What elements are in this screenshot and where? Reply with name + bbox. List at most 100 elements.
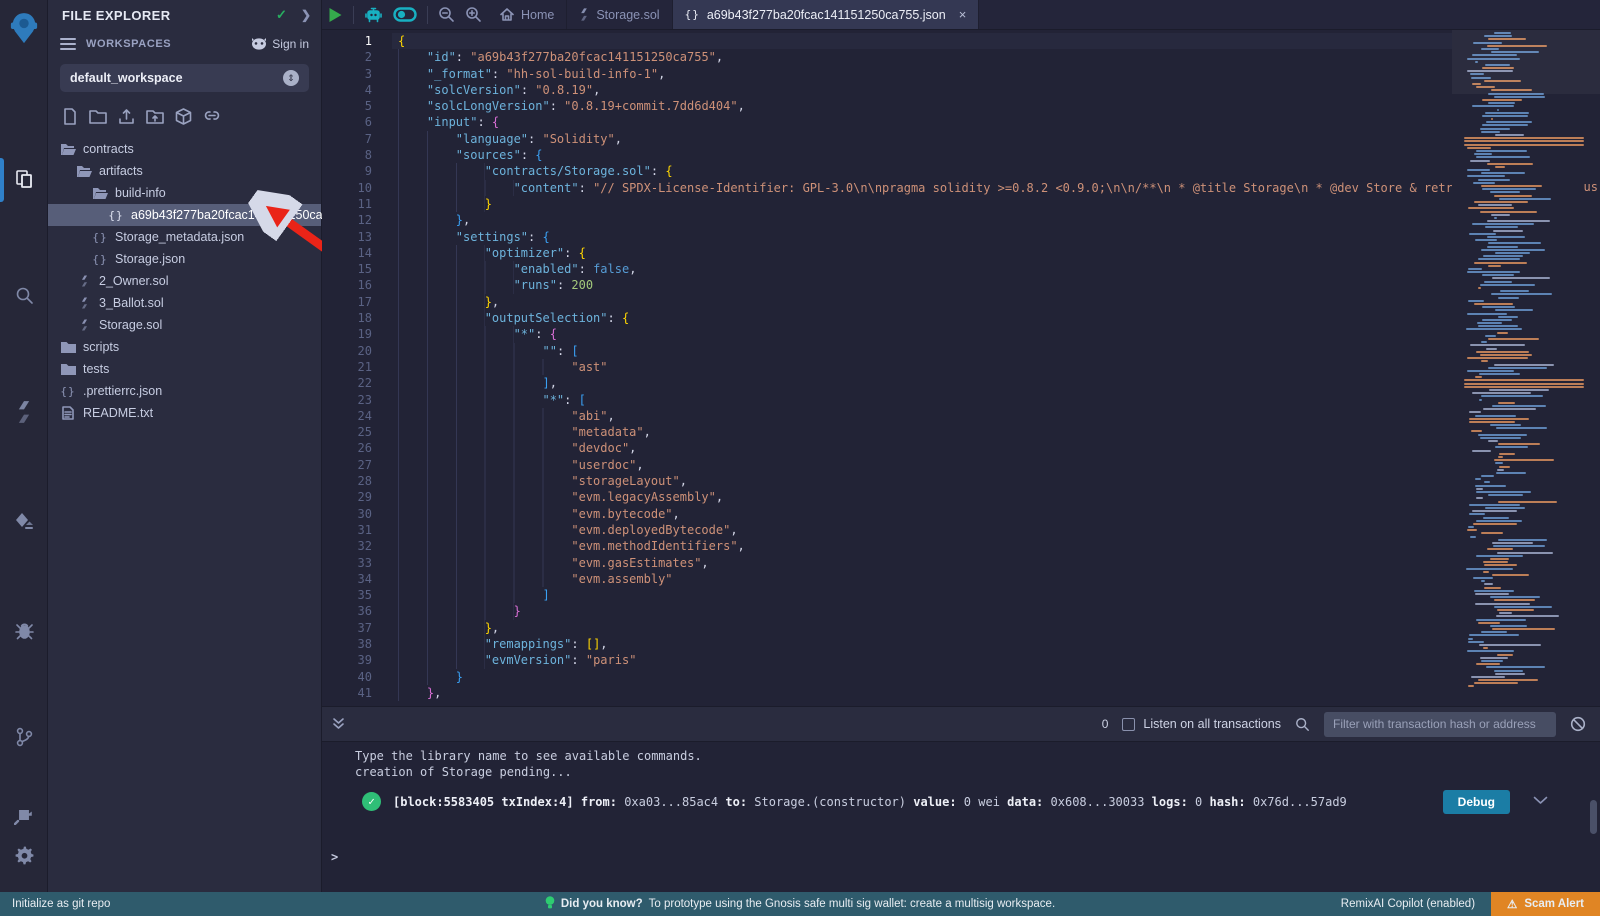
- file-tree-item[interactable]: {}Storage_metadata.json: [48, 226, 321, 248]
- terminal-body: Type the library name to see available c…: [322, 742, 1600, 892]
- file-tree-item[interactable]: {} .prettierrc.json: [48, 380, 321, 402]
- terminal: 0 Listen on all transactions Type the li…: [322, 706, 1600, 892]
- transaction-filter-input[interactable]: [1324, 712, 1556, 737]
- ipfs-cube-icon[interactable]: [175, 108, 192, 130]
- expand-tx-chevron-icon[interactable]: [1533, 794, 1548, 808]
- file-name: a69b43f277ba20fcac141151250ca7...: [131, 208, 340, 222]
- clear-console-icon[interactable]: [1570, 716, 1586, 732]
- remix-ide-window: FILE EXPLORER ✓ ❯ WORKSPACES Sign in def…: [0, 0, 1600, 916]
- new-file-icon[interactable]: [62, 108, 78, 130]
- file-name: 2_Owner.sol: [99, 274, 168, 288]
- file-tree-item[interactable]: 2_Owner.sol: [48, 270, 321, 292]
- file-tree-item[interactable]: tests: [48, 358, 321, 380]
- tab-bar: Home Storage.sol {} a69b43f277ba20fcac14…: [322, 0, 1600, 30]
- file-tree-item[interactable]: 3_Ballot.sol: [48, 292, 321, 314]
- code-content: {"id": "a69b43f277ba20fcac141151250ca755…: [392, 33, 1600, 701]
- run-script-icon[interactable]: [328, 7, 343, 23]
- file-name: 3_Ballot.sol: [99, 296, 164, 310]
- terminal-log: Type the library name to see available c…: [355, 749, 702, 780]
- file-tree-item[interactable]: artifacts: [48, 160, 321, 182]
- line-numbers: 1234567891011121314151617181920212223242…: [322, 33, 392, 701]
- sol-icon: [76, 275, 92, 287]
- check-icon: ✓: [276, 7, 287, 23]
- file-tree-item[interactable]: {}Storage.json: [48, 248, 321, 270]
- file-tree-item[interactable]: contracts: [48, 138, 321, 160]
- folder-icon: [60, 363, 76, 375]
- status-bar: Initialize as git repo Did you know? To …: [0, 892, 1600, 916]
- editor-region: Home Storage.sol {} a69b43f277ba20fcac14…: [322, 0, 1600, 892]
- workspaces-menu-icon[interactable]: [60, 35, 76, 53]
- file-name: Storage.json: [115, 252, 185, 266]
- file-explorer-icon[interactable]: [0, 162, 48, 196]
- chevron-right-icon[interactable]: ❯: [301, 8, 311, 22]
- tx-summary: [block:5583405 txIndex:4] from: 0xa03...…: [393, 795, 1347, 809]
- listen-checkbox[interactable]: [1122, 718, 1135, 731]
- file-name: contracts: [83, 142, 134, 156]
- file-name: .prettierrc.json: [83, 384, 162, 398]
- tab-storage-sol[interactable]: Storage.sol: [567, 0, 672, 29]
- home-icon: [500, 8, 514, 21]
- scam-alert-badge[interactable]: ⚠ Scam Alert: [1491, 892, 1600, 916]
- transaction-log-row[interactable]: ✓ [block:5583405 txIndex:4] from: 0xa03.…: [362, 792, 1450, 811]
- overflowing-text-fragment: us: [1584, 180, 1598, 194]
- file-name: Storage.sol: [99, 318, 162, 332]
- code-editor[interactable]: 1234567891011121314151617181920212223242…: [322, 30, 1600, 706]
- folder-open-icon: [60, 143, 76, 156]
- zoom-out-icon[interactable]: [438, 6, 455, 23]
- file-tree-item[interactable]: build-info: [48, 182, 321, 204]
- file-name: tests: [83, 362, 109, 376]
- terminal-scrollbar[interactable]: [1590, 800, 1597, 834]
- minimap-slider[interactable]: [1452, 30, 1600, 94]
- tab-home[interactable]: Home: [488, 0, 567, 29]
- terminal-search-icon[interactable]: [1295, 717, 1310, 732]
- debugger-icon[interactable]: [0, 613, 48, 647]
- collapse-terminal-icon[interactable]: [332, 717, 345, 731]
- file-name: scripts: [83, 340, 119, 354]
- workspaces-label: WORKSPACES: [86, 38, 241, 50]
- file-tree-item[interactable]: {}a69b43f277ba20fcac141151250ca7...: [48, 204, 321, 226]
- git-init-button[interactable]: Initialize as git repo: [0, 898, 110, 910]
- json-icon: {}: [60, 385, 76, 398]
- search-icon[interactable]: [0, 278, 48, 312]
- solidity-compiler-icon[interactable]: [0, 395, 48, 429]
- file-name: README.txt: [83, 406, 153, 420]
- debug-button[interactable]: Debug: [1443, 790, 1510, 814]
- minimap[interactable]: [1452, 30, 1600, 706]
- github-sign-in-button[interactable]: Sign in: [251, 37, 309, 51]
- terminal-log-line: Type the library name to see available c…: [355, 749, 702, 765]
- activity-bar: [0, 0, 48, 892]
- sol-icon: [76, 319, 92, 331]
- terminal-log-line: creation of Storage pending...: [355, 765, 702, 781]
- upload-file-icon[interactable]: [118, 108, 135, 130]
- settings-gear-icon[interactable]: [0, 838, 48, 872]
- workspace-select[interactable]: default_workspace ⇕: [60, 64, 309, 92]
- github-icon: [251, 37, 267, 51]
- close-tab-icon[interactable]: ×: [959, 7, 967, 22]
- zoom-in-icon[interactable]: [465, 6, 482, 23]
- tab-build-info-json[interactable]: {} a69b43f277ba20fcac141151250ca755.json…: [673, 0, 980, 29]
- copilot-status[interactable]: RemixAI Copilot (enabled): [1341, 898, 1475, 910]
- file-tree-item[interactable]: Storage.sol: [48, 314, 321, 336]
- plugin-manager-icon[interactable]: [0, 798, 48, 832]
- git-icon[interactable]: [0, 720, 48, 754]
- json-icon: {}: [92, 231, 108, 244]
- terminal-prompt[interactable]: >: [331, 850, 338, 864]
- file-toolbar: [48, 100, 321, 138]
- remix-logo[interactable]: [0, 8, 48, 50]
- upload-folder-icon[interactable]: [146, 108, 164, 130]
- listen-all-transactions[interactable]: Listen on all transactions: [1122, 717, 1281, 731]
- workspace-stepper-icon: ⇕: [283, 70, 299, 86]
- file-tree-item[interactable]: scripts: [48, 336, 321, 358]
- file-tree-item[interactable]: README.txt: [48, 402, 321, 424]
- solidity-icon: [579, 8, 589, 21]
- folder-open-icon: [92, 187, 108, 200]
- link-icon[interactable]: [203, 108, 221, 130]
- copilot-toggle-icon[interactable]: [393, 7, 417, 22]
- new-folder-icon[interactable]: [89, 108, 107, 130]
- workspace-name: default_workspace: [70, 71, 283, 85]
- ai-copilot-robot-icon[interactable]: [364, 6, 383, 24]
- deploy-and-run-icon[interactable]: [0, 505, 48, 539]
- transaction-count: 0: [1102, 717, 1109, 731]
- sol-icon: [76, 297, 92, 309]
- file-name: artifacts: [99, 164, 143, 178]
